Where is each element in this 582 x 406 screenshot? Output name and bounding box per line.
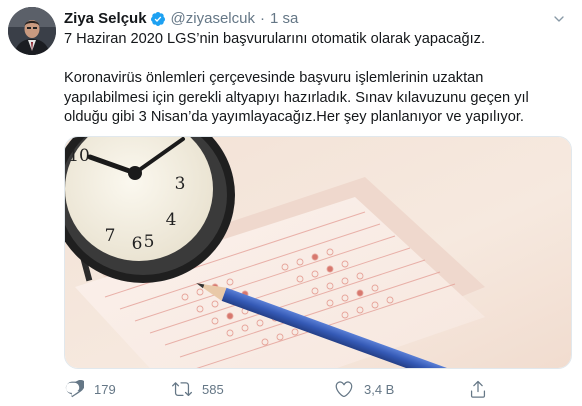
avatar[interactable] bbox=[8, 7, 56, 55]
svg-text:6: 6 bbox=[132, 234, 143, 254]
reply-button[interactable]: 179 bbox=[64, 378, 116, 400]
heart-icon bbox=[334, 379, 354, 399]
tweet-time[interactable]: 1 sa bbox=[270, 9, 298, 29]
retweet-icon bbox=[172, 379, 192, 399]
svg-text:10: 10 bbox=[68, 146, 90, 166]
svg-text:7: 7 bbox=[105, 226, 116, 246]
tweet-text-line: olduğu gibi 3 Nisan’da yayımlayacağız.He… bbox=[64, 109, 524, 125]
reply-count: 179 bbox=[94, 381, 116, 397]
tweet-actions: 179 585 3,4 B bbox=[64, 378, 504, 400]
author-name[interactable]: Ziya Selçuk bbox=[64, 9, 147, 29]
like-count: 3,4 B bbox=[364, 381, 395, 397]
author-handle[interactable]: @ziyaselcuk bbox=[171, 9, 255, 29]
tweet-text-line: yapılabilmesi için gerekli altyapıyı haz… bbox=[64, 89, 529, 106]
tweet: Ziya Selçuk @ziyaselcuk · 1 sa 7 Haziran… bbox=[0, 0, 582, 406]
svg-text:5: 5 bbox=[144, 232, 155, 252]
tweet-text-line: Koronavirüs önlemleri çerçevesinde başvu… bbox=[64, 70, 484, 86]
like-button[interactable]: 3,4 B bbox=[334, 378, 394, 400]
reply-icon bbox=[64, 379, 85, 399]
tweet-image[interactable]: 10 3 4 6 7 5 bbox=[64, 136, 572, 369]
separator-dot: · bbox=[259, 10, 265, 27]
retweet-button[interactable]: 585 bbox=[172, 378, 224, 400]
chevron-down-icon[interactable] bbox=[548, 8, 570, 30]
tweet-text: 7 Haziran 2020 LGS’nin başvurularını oto… bbox=[64, 30, 564, 128]
svg-text:3: 3 bbox=[175, 174, 186, 194]
svg-text:4: 4 bbox=[166, 210, 177, 230]
verified-badge-icon bbox=[150, 11, 166, 27]
retweet-count: 585 bbox=[202, 381, 224, 397]
share-icon bbox=[468, 379, 488, 399]
tweet-text-line: 7 Haziran 2020 LGS’nin başvurularını oto… bbox=[64, 31, 486, 47]
share-button[interactable] bbox=[468, 378, 488, 400]
tweet-header: Ziya Selçuk @ziyaselcuk · 1 sa bbox=[64, 9, 298, 29]
